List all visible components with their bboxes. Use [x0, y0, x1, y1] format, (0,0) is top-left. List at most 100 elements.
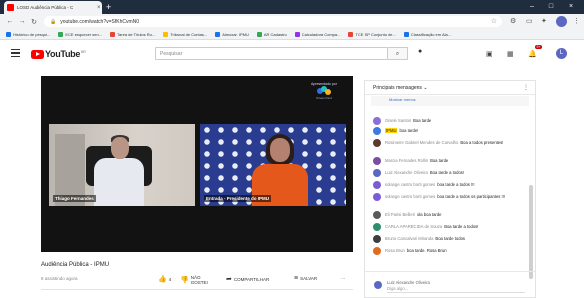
bookmark-item[interactable]: Tribunal de Contas... [163, 31, 208, 37]
pinned-banner[interactable]: Mostrar menos [371, 96, 529, 106]
new-tab-button[interactable]: + [106, 2, 111, 12]
chat-message-body: solange castro borti gomes boa tarde a to… [385, 194, 505, 199]
bookmark-item[interactable]: AR Cadastro [256, 31, 287, 37]
notifications-bell-icon[interactable]: 🔔 [528, 50, 537, 58]
chat-author-name: solange castro borti gomes [385, 194, 436, 199]
bookmark-item[interactable]: TCE SP Conjunto de... [348, 31, 396, 37]
chat-menu-icon[interactable]: ⋮ [523, 84, 529, 91]
chat-author-avatar [373, 247, 381, 255]
browser-tab[interactable]: LOSD Audiência Pública - C × [4, 1, 102, 14]
bookmark-label: Histórico de pesqui... [13, 31, 51, 37]
chat-author-name: Rosa Brun [385, 248, 405, 253]
bookmark-item[interactable]: ECE esquecer sen... [58, 31, 102, 37]
chat-message-body: Bruno Cancalvari Miranda Boa tarde todos [385, 236, 465, 241]
bookmark-favicon-icon [403, 31, 409, 37]
bookmark-star-icon[interactable]: ☆ [491, 17, 497, 25]
close-window-button[interactable]: × [564, 0, 578, 14]
chat-author-name: Luiz Alexandre Oliveira [385, 170, 428, 175]
share-button[interactable]: ➦ COMPARTILHAR [226, 275, 269, 283]
chat-author-avatar [373, 223, 381, 231]
chat-message-text: ola boa tarde [417, 212, 442, 217]
bookmark-favicon-icon [110, 31, 116, 37]
bookmark-item[interactable]: Calculadora Compa... [294, 31, 340, 37]
search-button[interactable]: ⌕ [388, 47, 408, 60]
tab-title: LOSD Audiência Pública - C [17, 5, 74, 10]
bookmark-favicon-icon [348, 31, 354, 37]
bookmark-label: Classificação em Ala... [410, 31, 452, 37]
chat-message: Bruno Cancalvari Miranda Boa tarde todos [373, 235, 523, 243]
forward-arrow-icon[interactable]: → [16, 18, 28, 25]
speaker-tile-2: Entrada - Presidente do IPMU [200, 124, 346, 206]
cast-icon[interactable]: ▭ [526, 17, 533, 25]
minimize-button[interactable]: – [525, 0, 539, 14]
chevron-down-icon: ⌄ [423, 85, 428, 91]
dislike-button[interactable]: 👎 NÃO GOSTEI [180, 275, 211, 285]
search-input[interactable]: Pesquisar [155, 47, 388, 60]
bookmark-item[interactable]: Histórico de pesqui... [6, 31, 51, 37]
video-title: Audiência Pública - IPMU [41, 262, 110, 268]
chat-message-body: Luiz Alexandre Oliveira Boa tarde a todos… [385, 170, 464, 175]
screen: { "browser": { "tab_title": "LOSD Audiên… [0, 0, 584, 298]
chat-input[interactable]: Diga algo... [387, 286, 408, 291]
like-button[interactable]: 👍 4 [158, 275, 171, 283]
account-avatar[interactable]: L [556, 48, 567, 59]
save-label: SALVAR [300, 276, 318, 281]
youtube-logo[interactable]: YouTube BR [31, 49, 86, 59]
video-meta: 8 assistindo agora [41, 276, 78, 281]
chat-author-avatar [373, 139, 381, 147]
chat-mode-label: Principais mensagens [373, 85, 422, 91]
chat-message-text: boa tarde! [399, 128, 419, 133]
save-button[interactable]: ≡ SALVAR [294, 275, 317, 282]
bookmark-item[interactable]: Tarea de Títulos Ru... [110, 31, 155, 37]
youtube-wordmark: YouTube [45, 49, 81, 59]
share-label: COMPARTILHAR [233, 276, 270, 282]
tab-close-icon[interactable]: × [97, 5, 101, 11]
chat-message-text: Boa tarde todos [435, 236, 465, 241]
video-player[interactable]: Apresentado por StreamYard Thiago Fernan… [41, 76, 353, 252]
speaker-1-name: Thiago Fernandes [53, 195, 96, 202]
chat-author-avatar [373, 235, 381, 243]
bookmark-label: TCE SP Conjunto de... [355, 31, 396, 37]
chat-message: Rosa Brun boa tarde. Rosa Brun [373, 247, 523, 255]
chat-scrollbar[interactable] [529, 185, 533, 279]
chat-input-underline [387, 292, 525, 293]
bookmark-label: AR Cadastro [263, 31, 287, 37]
chat-message-text: Boa tarde a todos! [444, 224, 479, 229]
bookmark-label: Tribunal de Contas... [170, 31, 208, 37]
chat-author-name: Bruno Cancalvari Miranda [385, 236, 434, 241]
chat-author-avatar [373, 127, 381, 135]
hamburger-menu-icon[interactable] [11, 49, 20, 57]
chat-mode-selector[interactable]: Principais mensagens ⌄ [373, 85, 428, 91]
browser-profile-avatar[interactable] [556, 16, 567, 27]
streamyard-mark-icon [316, 86, 331, 96]
bookmark-item[interactable]: Almoxar. IPMU [215, 31, 249, 37]
bookmark-favicon-icon [215, 31, 221, 37]
more-actions-button[interactable]: … [341, 275, 346, 280]
chat-author-name: Rosimeire Gabriel Mendes de Carvalho [385, 140, 459, 145]
reload-icon[interactable]: ↻ [28, 18, 40, 26]
chat-author-name: IPMU [385, 128, 398, 133]
chat-message-text: boa tarde a todos !!! [437, 182, 475, 187]
brand-name: StreamYard [316, 96, 332, 100]
maximize-button[interactable]: □ [544, 0, 558, 14]
chat-message: CARLA APARECIDA de Souza Boa tarde a todo… [373, 223, 523, 231]
browser-menu-icon[interactable]: ⋮ [573, 17, 580, 25]
chat-message-body: Rosimeire Gabriel Mendes de Carvalho Boa … [385, 140, 503, 145]
thumbs-down-icon: 👎 [180, 277, 189, 284]
chat-author-name: Gisele Santos [385, 118, 412, 123]
extension-icon[interactable]: ⚙ [510, 17, 516, 25]
chat-message-text: Boa a todos presentes! [460, 140, 504, 145]
omnibox[interactable]: 🔒 youtube.com/watch?v=SfKhCvmN0 ☆ [44, 16, 502, 27]
chat-message-body: IPMU boa tarde! [385, 128, 418, 133]
speaker-2-name: Entrada - Presidente do IPMU [204, 195, 272, 202]
chat-message-body: solange castro borti gomes boa tarde a to… [385, 182, 475, 187]
extensions-puzzle-icon[interactable]: ✦ [541, 17, 547, 25]
microphone-icon[interactable]: ● [418, 48, 422, 55]
bookmark-favicon-icon [163, 31, 169, 37]
bookmark-item[interactable]: Classificação em Ala... [403, 31, 452, 37]
create-video-icon[interactable]: ▣ [486, 50, 493, 58]
chat-author-name: solange castro borti gomes [385, 182, 436, 187]
back-arrow-icon[interactable]: ← [4, 18, 16, 25]
composer-avatar [374, 281, 382, 289]
apps-grid-icon[interactable]: ▦ [507, 50, 514, 58]
